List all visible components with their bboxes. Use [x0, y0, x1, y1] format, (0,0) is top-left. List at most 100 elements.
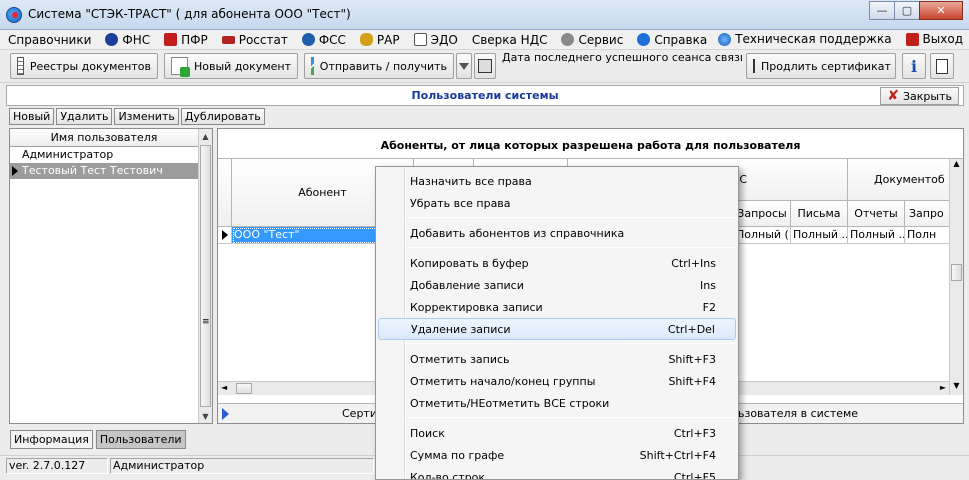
row-pointer-icon: [12, 166, 18, 176]
app-logo-icon: [6, 7, 22, 23]
window-controls: — ▢ ✕: [869, 1, 963, 20]
letters-cell[interactable]: Полный ...: [791, 227, 848, 244]
menu-item-search[interactable]: Поиск Ctrl+F3: [378, 422, 736, 444]
menu-item-row-count[interactable]: Кол-во строк Ctrl+F5: [378, 466, 736, 480]
certificates-tab-label[interactable]: Серти: [342, 407, 377, 420]
edit-user-button[interactable]: Изменить: [114, 108, 179, 125]
menu-reference[interactable]: Справочники: [8, 33, 91, 47]
tab-users[interactable]: Пользователи: [95, 430, 186, 449]
current-user-label: Администратор: [110, 458, 374, 474]
minimize-button[interactable]: —: [869, 1, 895, 20]
renew-certificate-button[interactable]: Продлить сертификат: [746, 53, 896, 79]
user-row-test[interactable]: Тестовый Тест Тестович: [10, 163, 198, 179]
menu-item-delete-record[interactable]: Удаление записи Ctrl+Del: [378, 318, 736, 340]
registry-list-icon: [17, 57, 24, 75]
menu-separator: [406, 247, 736, 248]
grid-caption: Абоненты, от лица которых разрешена рабо…: [218, 129, 963, 159]
row-pointer-icon: [222, 230, 228, 240]
close-window-button[interactable]: ✕: [919, 1, 963, 20]
tab-information[interactable]: Информация: [10, 430, 93, 449]
scroll-down-arrow[interactable]: ▼: [199, 409, 212, 423]
scroll-up-arrow[interactable]: ▲: [199, 129, 212, 143]
send-receive-arrows-icon: [311, 57, 314, 75]
requests-cell[interactable]: Полный (...: [734, 227, 791, 244]
duplicate-user-button[interactable]: Дублировать: [180, 108, 265, 125]
document-registry-button[interactable]: Реестры документов: [10, 53, 158, 79]
expand-arrow-icon[interactable]: [222, 408, 229, 420]
scroll-right-arrow[interactable]: ►: [940, 383, 946, 392]
certificate-icon: [753, 59, 755, 73]
menu-item-column-sum[interactable]: Сумма по графе Shift+Ctrl+F4: [378, 444, 736, 466]
menu-exit[interactable]: Выход: [905, 32, 963, 46]
menu-item-mark-record[interactable]: Отметить запись Shift+F3: [378, 348, 736, 370]
menu-pfr[interactable]: ПФР: [164, 33, 208, 47]
menu-item-copy[interactable]: Копировать в буфер Ctrl+Ins: [378, 252, 736, 274]
pdf-button[interactable]: [930, 53, 954, 79]
menu-support[interactable]: Техническая поддержка: [718, 32, 892, 46]
context-menu: Назначить все права Убрать все права Доб…: [375, 166, 739, 480]
user-row-admin[interactable]: Администратор: [10, 147, 198, 163]
reports-column-header[interactable]: Отчеты: [848, 201, 905, 227]
panel-header: Пользователи системы ✘ Закрыть: [6, 85, 964, 106]
send-dropdown-button[interactable]: [456, 53, 472, 79]
bottom-tabs: Информация Пользователи: [10, 430, 189, 449]
reports-cell[interactable]: Полный ...: [848, 227, 905, 244]
scroll-down-arrow[interactable]: ▼: [950, 381, 963, 395]
new-document-button[interactable]: Новый документ: [164, 53, 298, 79]
menu-separator: [406, 343, 736, 344]
window-title: Система "СТЭК-ТРАСТ" ( для абонента ООО …: [28, 7, 351, 21]
menu-item-revoke-all-rights[interactable]: Убрать все права: [378, 192, 736, 214]
menu-item-grant-all-rights[interactable]: Назначить все права: [378, 170, 736, 192]
user-name-column-header[interactable]: Имя пользователя: [10, 129, 198, 147]
scroll-grip-icon: ≡: [202, 317, 210, 327]
new-document-icon: [171, 57, 191, 77]
user-in-system-tab-label[interactable]: ьзователя в системе: [738, 407, 858, 420]
last-session-status: Дата последнего успешного сеанса связи: …: [502, 51, 742, 64]
doc-requests-column-header[interactable]: Запро: [905, 201, 951, 227]
menu-item-add-subscribers[interactable]: Добавить абонентов из справочника: [378, 222, 736, 244]
menu-service[interactable]: Сервис: [561, 33, 623, 47]
row-indicator: [218, 227, 232, 244]
new-user-button[interactable]: Новый: [9, 108, 55, 125]
close-icon: ✘: [887, 88, 899, 104]
maximize-button[interactable]: ▢: [894, 1, 920, 20]
info-button[interactable]: i: [902, 53, 926, 79]
version-label: ver. 2.7.0.127: [6, 458, 108, 474]
panel-title: Пользователи системы: [411, 89, 559, 102]
menu-edo[interactable]: ЭДО: [413, 33, 458, 47]
print-button[interactable]: [474, 53, 496, 79]
scroll-thumb[interactable]: [200, 145, 211, 407]
arrow-down-icon: [459, 62, 469, 70]
menu-fss[interactable]: ФСС: [301, 33, 346, 47]
indicator-column-header: [218, 159, 232, 227]
scroll-up-arrow[interactable]: ▲: [950, 159, 963, 173]
scroll-thumb[interactable]: [951, 264, 962, 281]
menu-item-add-record[interactable]: Добавление записи Ins: [378, 274, 736, 296]
requests-column-header[interactable]: Запросы: [734, 201, 791, 227]
printer-icon: [478, 59, 492, 73]
menu-item-toggle-all-rows[interactable]: Отметить/НЕотметить ВСЕ строки: [378, 392, 736, 414]
users-list: Имя пользователя Администратор Тестовый …: [9, 128, 213, 424]
info-icon: i: [910, 56, 918, 76]
delete-user-button[interactable]: Удалить: [56, 108, 113, 125]
doc-workflow-header[interactable]: Документоб: [848, 159, 951, 201]
send-receive-button[interactable]: Отправить / получить: [304, 53, 454, 79]
menu-vat-reconciliation[interactable]: Сверка НДС: [472, 33, 548, 47]
scroll-left-arrow[interactable]: ◄: [221, 383, 227, 392]
menu-item-mark-group[interactable]: Отметить начало/конец группы Shift+F4: [378, 370, 736, 392]
menu-item-edit-record[interactable]: Корректировка записи F2: [378, 296, 736, 318]
rosstat-icon: [221, 35, 235, 44]
letters-column-header[interactable]: Письма: [791, 201, 848, 227]
menu-fns[interactable]: ФНС: [105, 33, 150, 47]
menu-help[interactable]: Справка: [637, 33, 707, 47]
users-scrollbar[interactable]: ▲ ≡ ▼: [198, 129, 212, 423]
menu-rosstat[interactable]: Росстат: [221, 33, 288, 47]
close-panel-button[interactable]: ✘ Закрыть: [880, 87, 959, 105]
doc-requests-cell[interactable]: Полн: [905, 227, 951, 244]
toolbar: Реестры документов Новый документ Отправ…: [0, 50, 969, 83]
pfr-icon: [164, 33, 178, 46]
exit-icon: [905, 32, 919, 46]
grid-vertical-scrollbar[interactable]: ▲ ▼: [949, 159, 963, 395]
menu-rar[interactable]: РАР: [359, 33, 400, 47]
scroll-thumb[interactable]: [236, 383, 252, 394]
